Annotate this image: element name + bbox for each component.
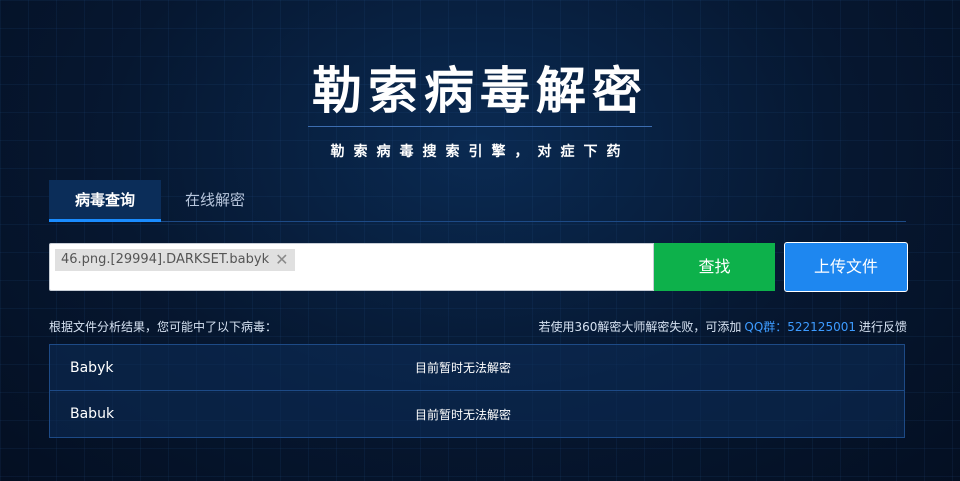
result-table: Babyk 目前暂时无法解密 Babuk 目前暂时无法解密 [49, 344, 905, 438]
result-row[interactable]: Babyk 目前暂时无法解密 [50, 345, 904, 391]
hero: 勒索病毒解密 勒索病毒搜索引擎，对症下药 [0, 58, 960, 161]
virus-name: Babyk [70, 359, 114, 376]
search-button[interactable]: 查找 [654, 243, 775, 291]
result-intro: 根据文件分析结果，您可能中了以下病毒： [49, 320, 278, 334]
result-row[interactable]: Babuk 目前暂时无法解密 [50, 391, 904, 437]
file-chip-label: 46.png.[29994].DARKSET.babyk [61, 252, 270, 267]
title-divider [308, 126, 652, 127]
page-title: 勒索病毒解密 [312, 62, 648, 120]
decrypt-status: 目前暂时无法解密 [415, 407, 512, 422]
result-header: 根据文件分析结果，您可能中了以下病毒： 若使用360解密大师解密失败，可添加 QQ… [49, 318, 907, 336]
qq-group-link[interactable]: QQ群：522125001 [744, 320, 856, 334]
upload-file-button[interactable]: 上传文件 [784, 242, 908, 292]
tab-virus-query[interactable]: 病毒查询 [49, 180, 161, 222]
feedback-hint-prefix: 若使用360解密大师解密失败，可添加 [538, 320, 742, 334]
search-row: 46.png.[29994].DARKSET.babyk ✕ 查找 上传文件 [49, 242, 909, 292]
virus-name: Babuk [70, 406, 115, 422]
file-chip: 46.png.[29994].DARKSET.babyk ✕ [55, 249, 295, 271]
search-input[interactable]: 46.png.[29994].DARKSET.babyk ✕ [49, 243, 654, 291]
tab-online-decrypt[interactable]: 在线解密 [161, 180, 269, 222]
page-subtitle: 勒索病毒搜索引擎，对症下药 [330, 144, 630, 160]
decrypt-status: 目前暂时无法解密 [415, 361, 512, 375]
feedback-hint-suffix: 进行反馈 [858, 320, 907, 334]
tab-bar: 病毒查询 在线解密 [49, 180, 906, 222]
close-icon[interactable]: ✕ [273, 249, 288, 271]
feedback-hint: 若使用360解密大师解密失败，可添加 QQ群：522125001 进行反馈 [538, 318, 907, 335]
